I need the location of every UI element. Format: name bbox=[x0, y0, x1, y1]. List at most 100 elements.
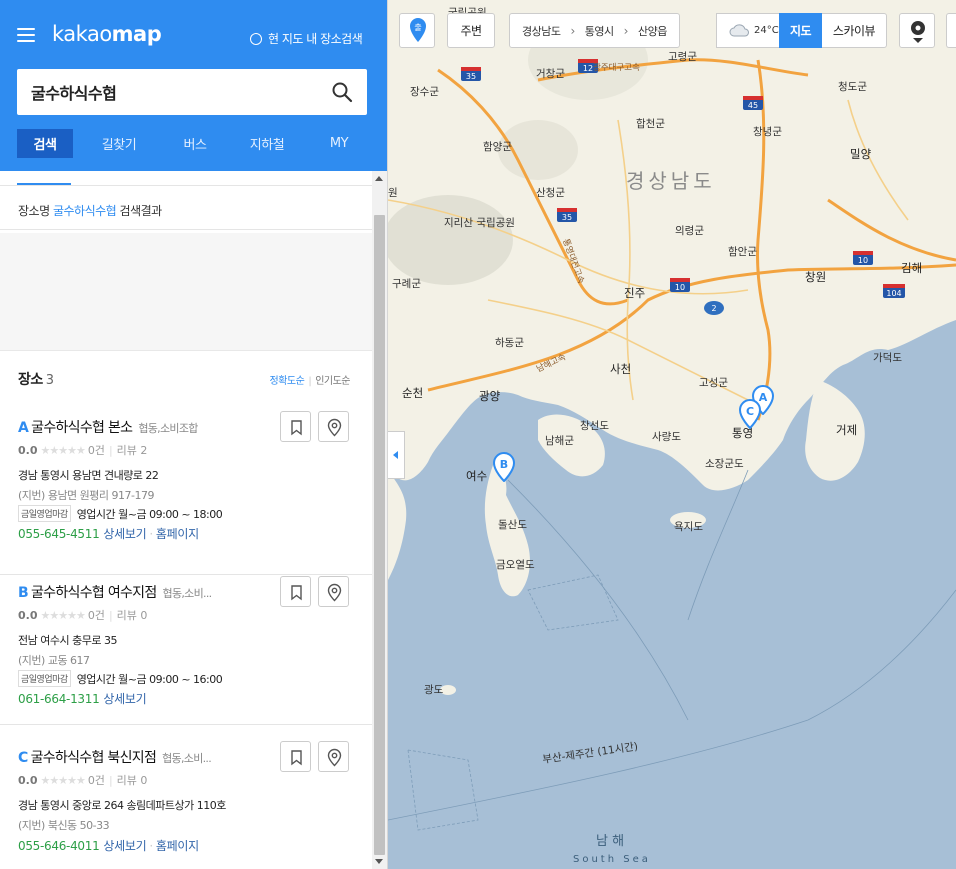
menu-icon[interactable] bbox=[17, 27, 35, 43]
route-shield: 10 bbox=[670, 278, 690, 292]
homepage-link[interactable]: 홈페이지 bbox=[156, 839, 199, 853]
sea-label: 남 해 bbox=[596, 834, 624, 849]
map-label: 광도 bbox=[424, 684, 444, 696]
breadcrumb-town[interactable]: 산양읍 bbox=[638, 23, 667, 39]
route-button[interactable] bbox=[318, 576, 349, 607]
tab-subway[interactable]: 지하철 bbox=[225, 129, 309, 158]
here-search-button[interactable]: 현 지도 내 장소검색 bbox=[250, 30, 363, 47]
place-name[interactable]: 굴수하식수협 북신지점 bbox=[31, 750, 157, 766]
rating-score: 0.0 bbox=[18, 774, 38, 787]
map-label: 거창군 bbox=[536, 68, 565, 80]
place-category: 협동,소비... bbox=[162, 587, 213, 600]
weather-widget[interactable]: 24°C bbox=[716, 13, 780, 48]
roadview-button[interactable] bbox=[899, 13, 935, 48]
svg-text:35: 35 bbox=[466, 72, 476, 81]
map-label: 하동군 bbox=[495, 336, 524, 349]
rating-count: 0건 bbox=[87, 774, 105, 787]
search-panel: kakaomap 현 지도 내 장소검색 검색 길찾기 버스 지하철 MY bbox=[0, 0, 388, 869]
breadcrumb-city[interactable]: 통영시 bbox=[585, 23, 614, 39]
route-shield: 45 bbox=[743, 96, 763, 110]
detail-link[interactable]: 상세보기 bbox=[103, 527, 146, 541]
route-shield: 35 bbox=[557, 208, 577, 222]
tab-bus[interactable]: 버스 bbox=[165, 129, 225, 158]
place-title[interactable]: B 굴수하식수협 여수지점 협동,소비... bbox=[18, 582, 213, 602]
list-item[interactable]: A 굴수하식수협 본소 협동,소비조합 0.0 ★★★★★ 0건 | 리뷰 2 경남 통영시… bbox=[0, 411, 372, 575]
route-button[interactable] bbox=[318, 741, 349, 772]
scroll-down-icon[interactable] bbox=[375, 859, 383, 864]
more-button[interactable] bbox=[946, 13, 956, 48]
places-count: 3 bbox=[45, 373, 54, 388]
route-button[interactable] bbox=[318, 411, 349, 442]
homepage-link[interactable]: 홈페이지 bbox=[156, 527, 199, 541]
panel-collapse-button[interactable] bbox=[388, 431, 405, 479]
sort-popular[interactable]: 인기도순 bbox=[315, 376, 350, 387]
detail-link[interactable]: 상세보기 bbox=[103, 692, 146, 706]
phone-number: 055-645-4511 bbox=[18, 527, 100, 541]
map-view-button[interactable]: 지도 bbox=[779, 13, 822, 48]
rating-row: 0.0 ★★★★★ 0건 | 리뷰 0 bbox=[18, 609, 148, 622]
svg-text:10: 10 bbox=[858, 256, 868, 265]
search-input[interactable] bbox=[31, 69, 331, 115]
tab-search[interactable]: 검색 bbox=[17, 129, 73, 158]
chevron-right-icon: › bbox=[570, 23, 575, 38]
rating-row: 0.0 ★★★★★ 0건 | 리뷰 2 bbox=[18, 444, 148, 457]
list-item[interactable]: B 굴수하식수협 여수지점 협동,소비... 0.0 ★★★★★ 0건 | 리뷰 0 전남 … bbox=[0, 576, 372, 725]
map-label: 창녕군 bbox=[753, 126, 782, 138]
map-label: 합천군 bbox=[636, 118, 665, 130]
origin-button[interactable]: 출 bbox=[399, 13, 435, 48]
place-title[interactable]: C 굴수하식수협 북신지점 협동,소비... bbox=[18, 747, 212, 767]
nearby-button[interactable]: 주변 bbox=[447, 13, 495, 48]
tab-directions[interactable]: 길찾기 bbox=[73, 129, 165, 158]
map-label: 가덕도 bbox=[873, 352, 902, 364]
breadcrumb-province[interactable]: 경상남도 bbox=[522, 23, 561, 39]
marker-b[interactable]: B bbox=[492, 451, 516, 486]
map-label: 밀양 bbox=[850, 147, 872, 161]
place-address: 경남 통영시 중앙로 264 송림데파트상가 110호 bbox=[18, 799, 226, 812]
place-marker-letter: A bbox=[18, 420, 29, 436]
bookmark-button[interactable] bbox=[280, 411, 311, 442]
sea-label-en: South Sea bbox=[573, 854, 651, 865]
review-link[interactable]: 리뷰 0 bbox=[117, 774, 148, 787]
place-title[interactable]: A 굴수하식수협 본소 협동,소비조합 bbox=[18, 417, 198, 437]
bookmark-button[interactable] bbox=[280, 741, 311, 772]
search-icon[interactable] bbox=[331, 81, 353, 103]
map-label: 창선도 bbox=[580, 420, 609, 432]
here-search-label: 현 지도 내 장소검색 bbox=[268, 32, 363, 46]
sort-accuracy[interactable]: 정확도순 bbox=[270, 376, 305, 387]
hours-row: 금일영업마감 영업시간 월~금 09:00 ~ 16:00 bbox=[18, 670, 223, 687]
scrollbar[interactable] bbox=[372, 171, 387, 869]
route-shield: 10 bbox=[853, 251, 873, 265]
map-label: 원 bbox=[388, 187, 398, 199]
roadview-icon bbox=[911, 21, 925, 43]
scroll-up-icon[interactable] bbox=[375, 176, 383, 181]
rating-score: 0.0 bbox=[18, 609, 38, 622]
results-scroll-area: 장소명 굴수하식수협 검색결과 장소 3 정확도순 | 인기도순 A 굴수하식수협 본소… bbox=[0, 171, 372, 869]
list-item[interactable]: C 굴수하식수협 북신지점 협동,소비... 0.0 ★★★★★ 0건 | 리뷰 0 경남 … bbox=[0, 741, 372, 869]
rating-score: 0.0 bbox=[18, 444, 38, 457]
breadcrumb: 경상남도 › 통영시 › 산양읍 bbox=[509, 13, 680, 48]
review-link[interactable]: 리뷰 0 bbox=[117, 609, 148, 622]
skyview-button[interactable]: 스카이뷰 bbox=[822, 13, 887, 48]
map-label: 남해군 bbox=[545, 434, 574, 447]
place-name[interactable]: 굴수하식수협 여수지점 bbox=[31, 585, 157, 601]
scroll-thumb[interactable] bbox=[374, 215, 385, 855]
svg-text:B: B bbox=[500, 458, 508, 471]
logo[interactable]: kakaomap bbox=[52, 22, 162, 46]
marker-c[interactable]: C bbox=[738, 398, 762, 433]
place-name[interactable]: 굴수하식수협 본소 bbox=[31, 420, 133, 436]
tab-my[interactable]: MY bbox=[309, 129, 369, 158]
route-shield: 104 bbox=[883, 284, 905, 298]
map-label: 구례군 bbox=[392, 278, 421, 290]
phone-number: 061-664-1311 bbox=[18, 692, 100, 706]
svg-text:출: 출 bbox=[414, 22, 421, 32]
map-canvas[interactable]: 35 12 45 35 10 2 10 104 경상남도 국립공원 고령군 장수… bbox=[383, 0, 956, 869]
bookmark-button[interactable] bbox=[280, 576, 311, 607]
map-label: 욕지도 bbox=[674, 521, 703, 533]
map-view[interactable]: 35 12 45 35 10 2 10 104 경상남도 국립공원 고령군 장수… bbox=[383, 0, 956, 869]
detail-link[interactable]: 상세보기 bbox=[103, 839, 146, 853]
place-category: 협동,소비... bbox=[162, 752, 212, 765]
ad-area bbox=[0, 233, 372, 351]
review-link[interactable]: 리뷰 2 bbox=[117, 444, 148, 457]
map-label: 지리산 국립공원 bbox=[444, 216, 515, 229]
map-pin-icon: B bbox=[492, 451, 516, 483]
